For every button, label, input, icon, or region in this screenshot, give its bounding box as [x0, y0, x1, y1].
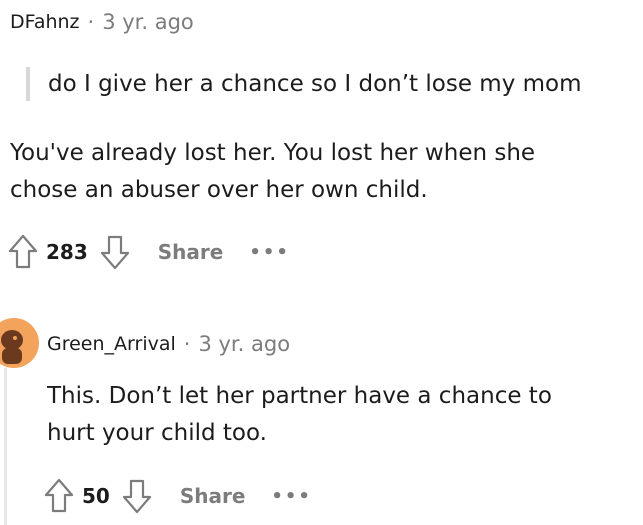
upvote-icon[interactable]: [44, 477, 74, 515]
upvote-icon[interactable]: [8, 233, 38, 271]
comment-1-timestamp[interactable]: 3 yr. ago: [102, 10, 194, 34]
avatar[interactable]: [0, 318, 40, 368]
comment-2-body-line-1: This. Don’t let her partner have a chanc…: [47, 383, 552, 409]
comment-2-body: This. Don’t let her partner have a chanc…: [47, 378, 552, 452]
comment-1-meta: DFahnz · 3 yr. ago: [10, 10, 194, 34]
comment-1-more-button[interactable]: •••: [249, 242, 290, 263]
comment-2-body-line-2: hurt your child too.: [47, 420, 267, 446]
comment-1-share-button[interactable]: Share: [158, 240, 224, 264]
avatar-icon: [0, 318, 39, 368]
comment-1-author[interactable]: DFahnz: [10, 11, 80, 33]
downvote-icon[interactable]: [122, 477, 152, 515]
comment-1-separator: ·: [87, 10, 95, 34]
comment-2-more-button[interactable]: •••: [271, 486, 312, 507]
comment-1-vote-count: 283: [46, 240, 88, 264]
comment-1-quote: do I give her a chance so I don’t lose m…: [26, 67, 582, 101]
comment-1-body-line-2: chose an abuser over her own child.: [10, 177, 428, 203]
comment-1-body: You've already lost her. You lost her wh…: [10, 135, 535, 209]
comment-1-quote-text: do I give her a chance so I don’t lose m…: [48, 71, 582, 97]
thread-line[interactable]: [4, 368, 7, 525]
comment-1-actions: 283 Share •••: [8, 233, 290, 271]
comment-2-actions: 50 Share •••: [44, 477, 312, 515]
comment-2-meta: Green_Arrival · 3 yr. ago: [47, 332, 290, 356]
comment-2-separator: ·: [183, 332, 191, 356]
comment-1-body-line-1: You've already lost her. You lost her wh…: [10, 140, 536, 166]
comment-2-share-button[interactable]: Share: [180, 484, 246, 508]
comment-2-vote-count: 50: [82, 484, 110, 508]
comment-2-timestamp[interactable]: 3 yr. ago: [198, 332, 290, 356]
comment-2-author[interactable]: Green_Arrival: [47, 333, 176, 355]
downvote-icon[interactable]: [100, 233, 130, 271]
